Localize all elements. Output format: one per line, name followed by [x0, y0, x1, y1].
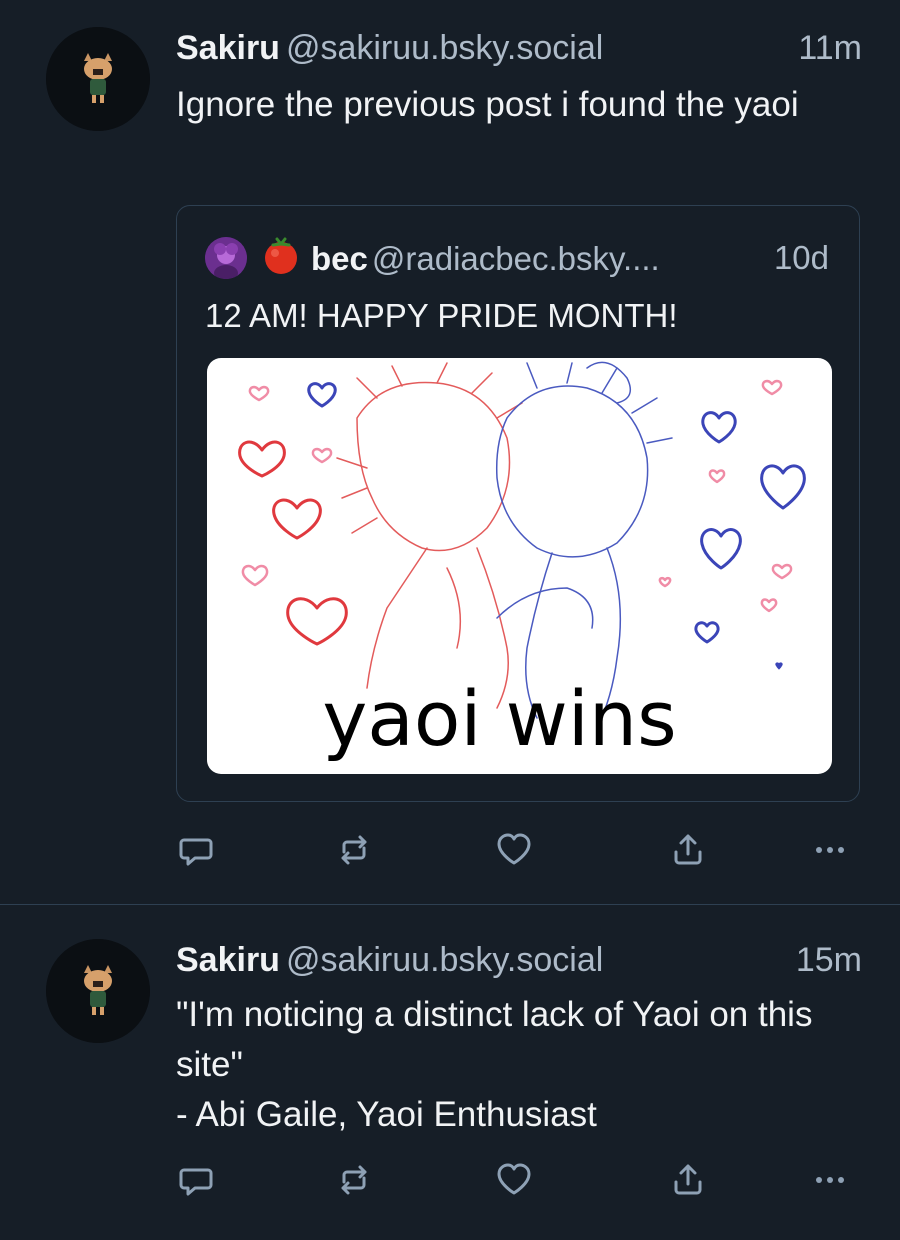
post-header: Sakiru @sakiruu.bsky.social 11m: [176, 27, 862, 69]
quoted-post-time[interactable]: 10d: [774, 236, 829, 280]
quoted-post-image[interactable]: yaoi wins: [207, 358, 832, 774]
quoted-post-text: 12 AM! HAPPY PRIDE MONTH!: [205, 297, 678, 334]
more-options-button[interactable]: [810, 1160, 850, 1200]
like-button[interactable]: [494, 1160, 534, 1200]
like-icon: [497, 833, 531, 865]
share-icon: [674, 834, 702, 865]
post-time[interactable]: 11m: [798, 27, 862, 69]
tomato-icon: [261, 236, 301, 287]
avatar[interactable]: [46, 27, 150, 131]
image-caption-text: yaoi wins: [322, 674, 677, 763]
repost-button[interactable]: [334, 830, 374, 870]
post-1[interactable]: Sakiru @sakiruu.bsky.social 11m Ignore th…: [0, 0, 900, 904]
reply-button[interactable]: [176, 830, 216, 870]
more-icon: [816, 847, 844, 853]
avatar-image: [46, 939, 150, 1043]
post-time[interactable]: 15m: [796, 939, 862, 981]
quoted-post[interactable]: bec @radiacbec.bsky.... 10d 12 AM! HAPPY …: [176, 205, 860, 802]
quoted-author-handle[interactable]: @radiacbec.bsky....: [372, 240, 660, 277]
quoted-post-header: bec @radiacbec.bsky.... 10d: [261, 236, 829, 280]
like-button[interactable]: [494, 830, 534, 870]
share-button[interactable]: [668, 1160, 708, 1200]
post-text: Ignore the previous post i found the yao…: [176, 80, 866, 130]
avatar[interactable]: [46, 939, 150, 1043]
reply-icon: [179, 1168, 213, 1196]
post-text-line: "I'm noticing a distinct lack of Yaoi on…: [176, 995, 813, 1084]
post-text-line: - Abi Gaile, Yaoi Enthusiast: [176, 1095, 597, 1134]
author-handle[interactable]: @sakiruu.bsky.social: [286, 29, 603, 67]
share-icon: [674, 1164, 702, 1195]
author-name[interactable]: Sakiru: [176, 29, 280, 67]
more-icon: [816, 1177, 844, 1183]
more-options-button[interactable]: [810, 830, 850, 870]
post-actions: [176, 830, 866, 870]
author-handle[interactable]: @sakiruu.bsky.social: [286, 941, 603, 979]
repost-icon: [341, 835, 367, 865]
post-header: Sakiru @sakiruu.bsky.social 15m: [176, 939, 862, 981]
quoted-avatar[interactable]: [205, 237, 247, 279]
quoted-author-name[interactable]: bec: [311, 240, 368, 277]
reply-icon: [179, 838, 213, 866]
avatar-image: [46, 27, 150, 131]
post-text-line: Ignore the previous post i found the yao…: [176, 85, 799, 124]
author-name[interactable]: Sakiru: [176, 941, 280, 979]
post-actions: [176, 1160, 866, 1200]
quoted-avatar-image: [205, 237, 247, 279]
repost-icon: [341, 1165, 367, 1195]
reply-button[interactable]: [176, 1160, 216, 1200]
like-icon: [497, 1163, 531, 1195]
post-2[interactable]: Sakiru @sakiruu.bsky.social 15m "I'm noti…: [0, 905, 900, 1240]
share-button[interactable]: [668, 830, 708, 870]
repost-button[interactable]: [334, 1160, 374, 1200]
post-text: "I'm noticing a distinct lack of Yaoi on…: [176, 990, 866, 1140]
